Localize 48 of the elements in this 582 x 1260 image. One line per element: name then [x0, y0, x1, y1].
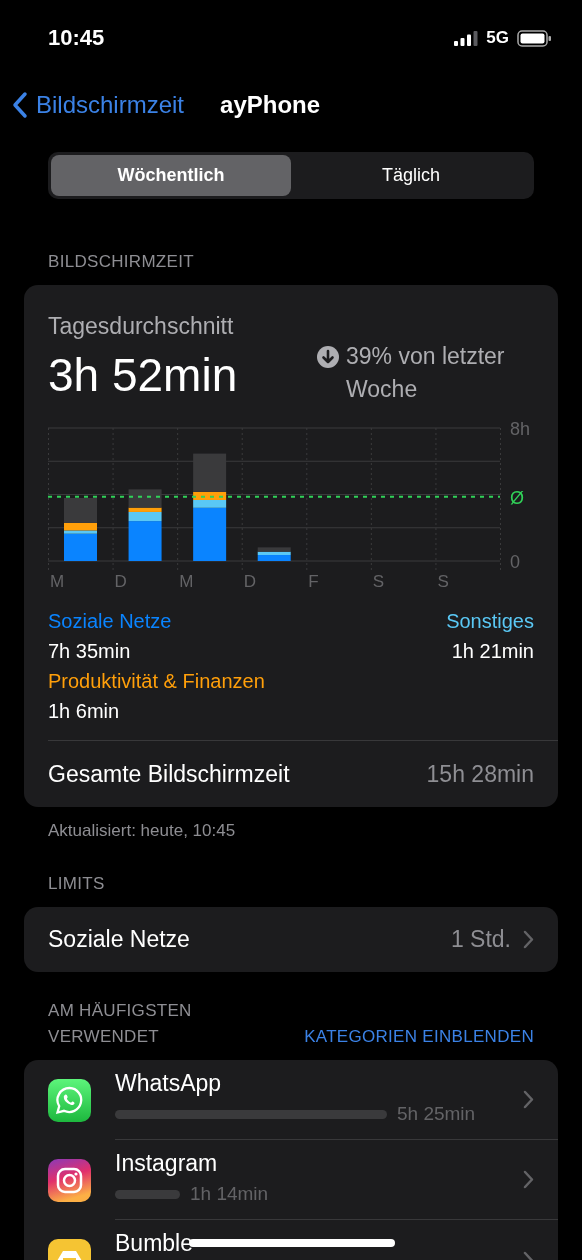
- back-icon: [12, 91, 28, 119]
- limit-value: 1 Std.: [450, 926, 511, 953]
- app-name[interactable]: Bumble: [115, 1230, 523, 1257]
- section-header: BILDSCHIRMZEIT: [48, 251, 195, 273]
- axis-label: D: [243, 572, 256, 590]
- chevron-icon: [523, 930, 534, 949]
- usage-bar: [115, 1189, 180, 1199]
- axis-label: S: [437, 572, 449, 590]
- chevron-icon: [523, 1090, 534, 1109]
- section-header: AM HÄUFIGSTEN VERWENDET: [48, 1000, 193, 1048]
- app-name[interactable]: Instagram: [115, 1150, 523, 1177]
- category-name: Sonstiges: [446, 609, 534, 634]
- axis-label: D: [114, 572, 127, 590]
- category-time: 1h 21min: [451, 639, 534, 664]
- battery-icon: [517, 29, 552, 47]
- page-title: ayPhone: [220, 91, 321, 119]
- change-text: 39% von letzter Woche: [346, 342, 506, 404]
- axis-label: M: [179, 572, 194, 590]
- updated-note: Aktualisiert: heute, 10:45: [47, 820, 237, 841]
- camera-icon: [48, 1158, 91, 1202]
- total-label: Gesamte Bildschirmzeit: [48, 760, 290, 788]
- category-time: 1h 6min: [48, 699, 120, 724]
- back-link[interactable]: Bildschirmzeit: [12, 91, 185, 119]
- usage-time: 5h 25min: [397, 1103, 476, 1125]
- limit-name[interactable]: Soziale Netze: [48, 926, 190, 953]
- category-name: Produktivität & Finanzen: [48, 669, 265, 694]
- axis-label: F: [308, 572, 319, 590]
- axis-label: M: [50, 572, 65, 590]
- status-time: 10:45: [48, 25, 105, 51]
- category-name: Soziale Netze: [48, 609, 172, 634]
- app-name[interactable]: WhatsApp: [115, 1070, 523, 1097]
- segment-tab[interactable]: Täglich: [291, 155, 531, 196]
- average-label: Tagesdurchschnitt: [48, 313, 235, 340]
- chevron-icon: [523, 1170, 534, 1189]
- segment-tab[interactable]: Wöchentlich: [51, 155, 291, 196]
- axis-label: 0: [510, 552, 520, 572]
- usage-time: 1h 14min: [190, 1183, 269, 1205]
- category-time: 7h 35min: [48, 639, 131, 664]
- show-categories-link[interactable]: KATEGORIEN EINBLENDEN: [304, 1024, 534, 1050]
- average-label: Ø: [510, 487, 524, 508]
- network-label: 5G: [486, 28, 509, 48]
- section-header: LIMITS: [48, 873, 106, 895]
- axis-label: S: [372, 572, 385, 590]
- average-value: 3h 52min: [48, 348, 238, 403]
- signal-icon: [454, 30, 479, 46]
- total-value: 15h 28min: [426, 760, 534, 788]
- chat-bubble-icon: [48, 1078, 91, 1122]
- axis-label: 8h: [510, 420, 531, 439]
